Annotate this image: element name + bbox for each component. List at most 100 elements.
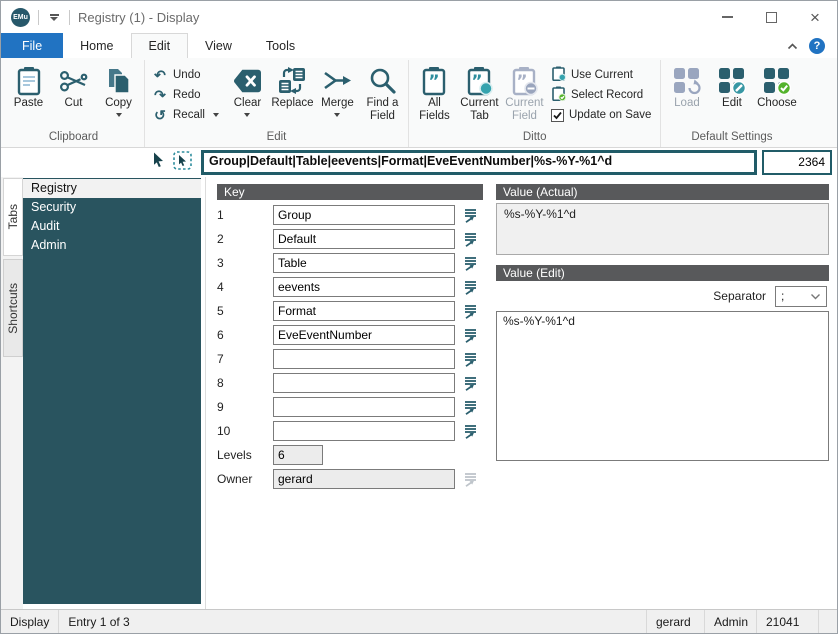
- key-3-input[interactable]: [273, 253, 455, 273]
- select-record-button[interactable]: Select Record: [551, 86, 651, 104]
- key-10-input[interactable]: [273, 421, 455, 441]
- all-fields-button[interactable]: ” All Fields: [412, 61, 457, 123]
- key-row-6: 6: [217, 323, 483, 347]
- select-record-icon: [551, 86, 567, 104]
- select-record-label: Select Record: [570, 89, 644, 101]
- help-icon[interactable]: ?: [809, 37, 825, 54]
- levels-row: Levels: [217, 443, 483, 467]
- key-7-input[interactable]: [273, 349, 455, 369]
- tab-tools[interactable]: Tools: [249, 33, 312, 58]
- tree-item-admin[interactable]: Admin: [23, 236, 201, 255]
- collapse-ribbon-icon[interactable]: [787, 37, 798, 55]
- paste-button[interactable]: Paste: [6, 61, 51, 110]
- key-5-input[interactable]: [273, 301, 455, 321]
- status-entry: Entry 1 of 3: [59, 610, 647, 633]
- value-edit-field[interactable]: %s-%Y-%1^d: [496, 311, 829, 461]
- paste-icon: [14, 64, 44, 97]
- edit-defaults-button[interactable]: Edit: [709, 61, 754, 110]
- redo-icon: ↷: [154, 87, 166, 103]
- key-4-input[interactable]: [273, 277, 455, 297]
- choose-defaults-button[interactable]: Choose: [754, 61, 799, 110]
- flood-icon-disabled: [463, 472, 478, 487]
- recall-button[interactable]: ↺ Recall: [152, 107, 219, 123]
- flood-icon[interactable]: [463, 208, 478, 223]
- redo-button[interactable]: ↷ Redo: [152, 87, 219, 103]
- all-fields-label: All Fields: [419, 97, 450, 122]
- clear-button[interactable]: Clear: [225, 61, 270, 117]
- copy-dropdown-icon[interactable]: [115, 113, 122, 117]
- flood-icon[interactable]: [463, 424, 478, 439]
- app-window: EMu Registry (1) - Display × File Home E…: [0, 0, 838, 634]
- key-row-7: 7: [217, 347, 483, 371]
- use-current-button[interactable]: Use Current: [551, 66, 651, 84]
- side-tab-shortcuts[interactable]: Shortcuts: [3, 259, 23, 357]
- tab-view[interactable]: View: [188, 33, 249, 58]
- replace-button[interactable]: Replace: [270, 61, 315, 110]
- owner-label: Owner: [217, 472, 253, 486]
- undo-button[interactable]: ↶ Undo: [152, 67, 219, 83]
- key-9-input[interactable]: [273, 397, 455, 417]
- use-current-icon: [551, 66, 566, 84]
- key-2-input[interactable]: [273, 229, 455, 249]
- window-controls: ×: [705, 1, 837, 33]
- status-group: Admin: [705, 610, 757, 633]
- key-row-10: 10: [217, 419, 483, 443]
- status-user: gerard: [647, 610, 705, 633]
- tab-home[interactable]: Home: [63, 33, 130, 58]
- find-a-field-button[interactable]: Find a Field: [360, 61, 405, 123]
- load-defaults-icon: [672, 64, 702, 97]
- value-actual-header: Value (Actual): [496, 184, 829, 200]
- load-defaults-button[interactable]: Load: [664, 61, 709, 110]
- flood-icon[interactable]: [463, 352, 478, 367]
- key-8-input[interactable]: [273, 373, 455, 393]
- tree-item-audit[interactable]: Audit: [23, 217, 201, 236]
- current-tab-button[interactable]: ” Current Tab: [457, 61, 502, 123]
- quick-access-dropdown-icon[interactable]: [47, 13, 61, 21]
- key-row-number: 4: [217, 280, 224, 294]
- side-tab-tabs[interactable]: Tabs: [3, 178, 23, 256]
- value-actual-field: %s-%Y-%1^d: [496, 203, 829, 255]
- flood-icon[interactable]: [463, 400, 478, 415]
- undo-label: Undo: [173, 69, 201, 81]
- separator-select[interactable]: ;: [775, 285, 827, 307]
- update-on-save-checkbox[interactable]: Update on Save: [550, 107, 651, 123]
- levels-field: [273, 445, 323, 465]
- levels-label: Levels: [217, 448, 252, 462]
- cut-button[interactable]: Cut: [51, 61, 96, 110]
- minimize-button[interactable]: [705, 1, 749, 33]
- select-mode-icon[interactable]: [173, 150, 192, 175]
- copy-button[interactable]: Copy: [96, 61, 141, 117]
- flood-icon[interactable]: [463, 304, 478, 319]
- edit-defaults-label: Edit: [722, 97, 742, 109]
- key-row-number: 8: [217, 376, 224, 390]
- cursor-icon[interactable]: [151, 152, 166, 173]
- flood-icon[interactable]: [463, 376, 478, 391]
- status-mode: Display: [1, 610, 60, 633]
- current-field-icon: ”: [509, 64, 539, 97]
- close-button[interactable]: ×: [793, 1, 837, 33]
- tree-item-security[interactable]: Security: [23, 198, 201, 217]
- owner-row: Owner: [217, 467, 483, 491]
- ditto-group-label: Ditto: [522, 131, 547, 143]
- maximize-button[interactable]: [749, 1, 793, 33]
- flood-icon[interactable]: [463, 256, 478, 271]
- recall-label: Recall: [173, 109, 205, 121]
- find-a-field-icon: [367, 64, 397, 97]
- key-6-input[interactable]: [273, 325, 455, 345]
- tab-edit[interactable]: Edit: [130, 33, 189, 58]
- tab-file[interactable]: File: [1, 33, 64, 58]
- registry-path-value[interactable]: Group|Default|Table|eevents|Format|EveEv…: [204, 153, 754, 172]
- tree-item-registry[interactable]: Registry: [23, 179, 201, 198]
- flood-icon[interactable]: [463, 328, 478, 343]
- merge-dropdown-icon[interactable]: [334, 113, 341, 117]
- key-1-input[interactable]: [273, 205, 455, 225]
- key-row-4: 4: [217, 275, 483, 299]
- update-on-save-check-icon[interactable]: [550, 108, 564, 122]
- flood-icon[interactable]: [463, 232, 478, 247]
- flood-icon[interactable]: [463, 280, 478, 295]
- clear-dropdown-icon[interactable]: [244, 113, 251, 117]
- merge-button[interactable]: Merge: [315, 61, 360, 117]
- recall-dropdown-icon[interactable]: [212, 113, 219, 117]
- merge-icon: [322, 64, 352, 97]
- current-field-button[interactable]: ” Current Field: [502, 61, 547, 123]
